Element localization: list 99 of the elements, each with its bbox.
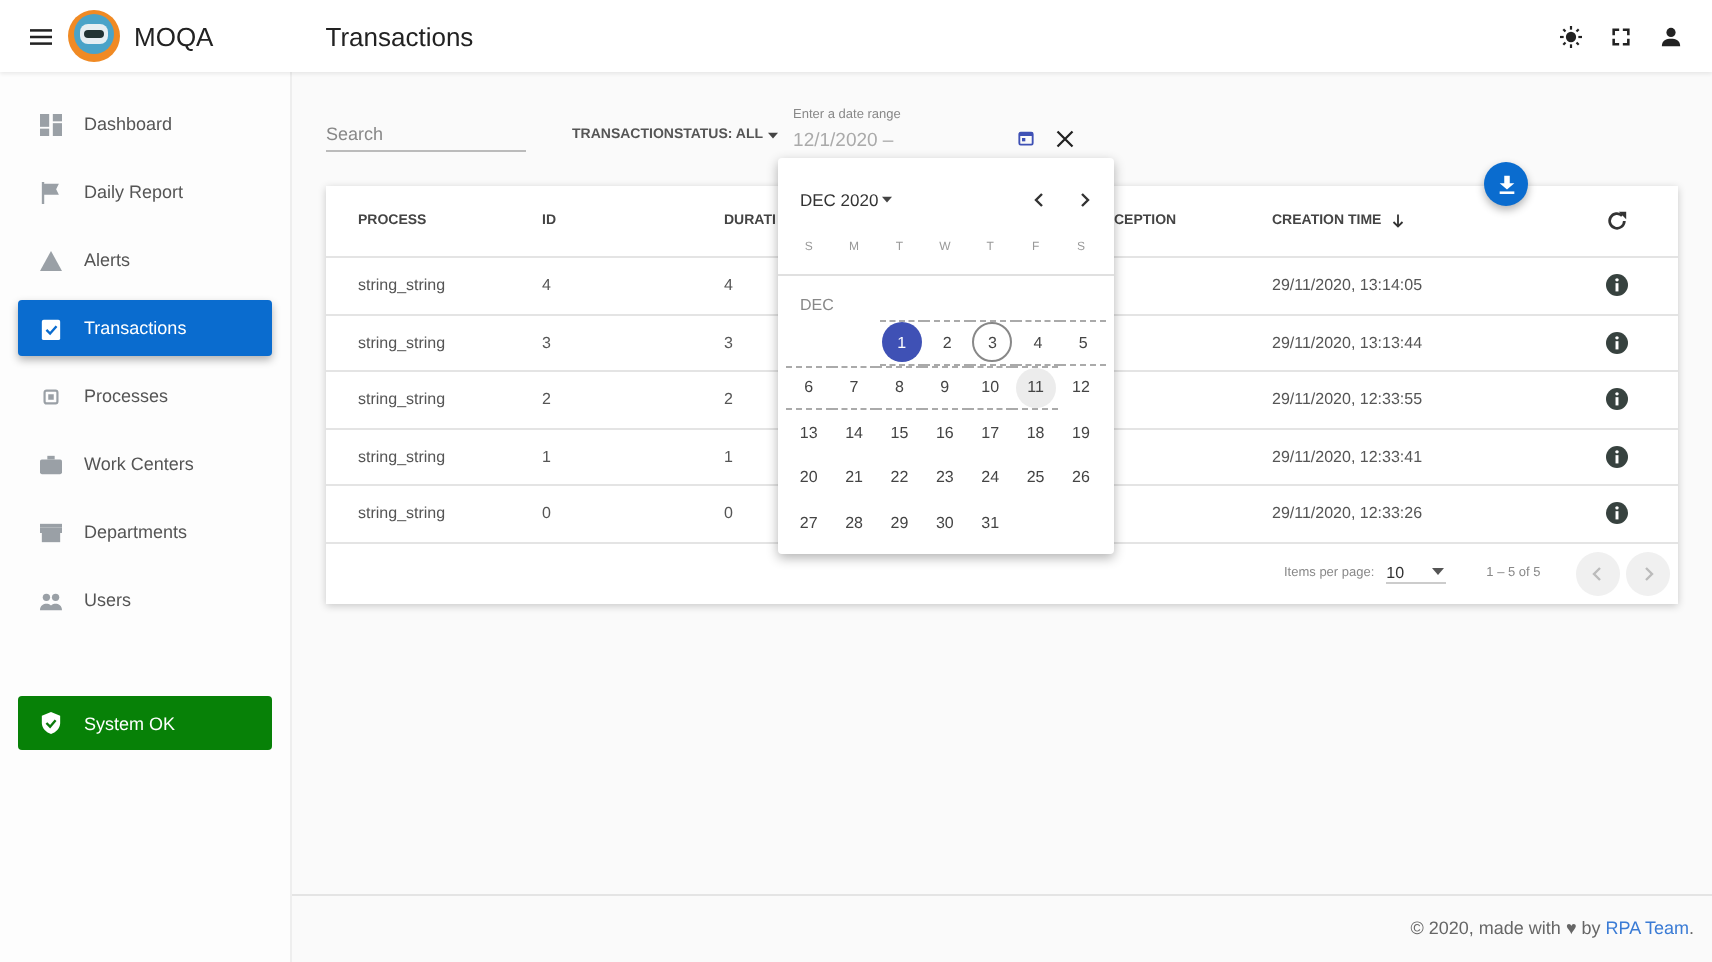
refresh-icon[interactable] [1606,210,1628,232]
next-month-icon[interactable] [1076,192,1092,208]
calendar-day[interactable]: 23 [924,457,965,498]
calendar-day[interactable]: 30 [924,502,965,543]
sidebar-item[interactable]: Processes [18,368,272,424]
month-label: DEC [798,294,836,318]
calendar-day[interactable]: 29 [879,502,920,543]
calendar-day[interactable]: 18 [1015,412,1056,453]
sidebar-item[interactable]: Work Centers [18,436,272,492]
info-icon[interactable] [1606,331,1628,354]
table-cell: 0 [724,504,733,523]
calendar-day[interactable]: 11 [1015,367,1056,408]
calendar-day[interactable]: 8 [879,367,920,408]
table-cell-text: 29/11/2020, 12:33:41 [1272,447,1425,466]
chevron-left-icon [1590,565,1607,581]
calendar-day[interactable]: 4 [1017,322,1058,363]
system-status-badge: System OK [18,696,272,750]
calendar-day[interactable]: 27 [788,502,829,543]
calendar-day[interactable]: 19 [1060,412,1101,453]
flag-icon [40,181,62,203]
calendar-day[interactable]: 15 [879,412,920,453]
table-cell-text: 4 [542,276,553,295]
calendar-day[interactable]: 2 [927,322,968,363]
calendar-day[interactable]: 16 [924,412,965,453]
sidebar-item[interactable]: Dashboard [18,96,272,152]
dashboard-icon [40,113,62,135]
table-cell: 1 [724,447,733,466]
calendar-day[interactable]: 9 [924,367,965,408]
period-button[interactable]: DEC 2020 [800,190,893,210]
table-cell: 4 [724,276,733,295]
table-cell-text: string_string [358,504,448,523]
info-icon[interactable] [1606,445,1628,468]
calendar-day[interactable]: 10 [970,367,1011,408]
info-icon[interactable] [1606,274,1628,297]
page-title: Transactions [325,21,474,51]
caret-icon [767,131,778,139]
calendar-day[interactable]: 24 [970,457,1011,498]
calendar-day[interactable]: 25 [1015,457,1056,498]
calendar-day[interactable]: 1 [881,322,922,363]
clipboard-icon [40,317,62,339]
table-cell-text: 2 [542,390,553,409]
calendar-day[interactable]: 14 [834,412,875,453]
calendar-day[interactable]: 12 [1060,367,1101,408]
calendar-day[interactable]: 26 [1060,457,1101,498]
store-icon [40,521,62,543]
table-cell-text: 0 [542,504,553,523]
calendar-day[interactable]: 17 [970,412,1011,453]
sidebar-item[interactable]: Transactions [18,300,272,356]
caret-icon [882,196,893,204]
search-field[interactable]: Search [326,124,526,152]
sidebar-item[interactable]: Alerts [18,232,272,288]
sidebar-item[interactable]: Users [18,572,272,628]
table-cell: 2 [724,390,733,409]
calendar-day[interactable]: 21 [834,457,875,498]
calendar-day[interactable]: 22 [879,457,920,498]
calendar-day[interactable]: 3 [972,322,1013,363]
briefcase-icon [40,453,62,475]
previous-month-icon[interactable] [1032,192,1048,208]
download-button[interactable] [1484,162,1528,206]
brightness-icon[interactable] [1560,25,1582,47]
calendar-day[interactable]: 5 [1063,322,1104,363]
sort-arrow-icon[interactable] [1391,213,1404,229]
table-cell-text: 29/11/2020, 13:14:05 [1272,276,1425,295]
table-cell-text: 29/11/2020, 13:13:44 [1272,333,1425,352]
people-icon [40,589,62,611]
shield-check-icon [40,712,62,734]
app-name: MOQA [134,21,214,51]
calendar-day[interactable]: 28 [834,502,875,543]
table-cell-text: string_string [358,276,448,295]
footer-text: © 2020, made with ♥ by RPA Team. [1410,918,1694,938]
table-cell-text: string_string [358,390,448,409]
calendar-day[interactable]: 31 [970,502,1011,543]
fullscreen-icon[interactable] [1610,25,1632,47]
info-icon[interactable] [1606,388,1628,411]
download-icon [1495,173,1517,195]
page-size-select[interactable]: 10 [1386,563,1447,583]
table-cell-text: 29/11/2020, 12:33:26 [1272,504,1425,523]
caret-icon [1432,568,1445,576]
calendar-day[interactable]: 13 [788,412,829,453]
calendar-day[interactable]: 20 [788,457,829,498]
table-cell-text: 1 [542,447,553,466]
info-icon[interactable] [1606,502,1628,525]
calendar-icon[interactable] [1017,130,1034,146]
calendar-day[interactable]: 6 [788,367,829,408]
table-cell-text: string_string [358,447,448,466]
table-cell-text: string_string [358,333,448,352]
sidebar-item[interactable]: Daily Report [18,164,272,220]
chevron-right-icon [1640,565,1657,581]
sidebar-item[interactable]: Departments [18,504,272,560]
close-icon[interactable] [1055,130,1074,148]
menu-icon[interactable] [30,27,52,45]
warning-icon [40,249,62,271]
calendar-day[interactable]: 7 [834,367,875,408]
table-cell-text: 3 [542,333,553,352]
table-cell-text: 29/11/2020, 12:33:55 [1272,390,1425,409]
table-cell: 3 [724,333,733,352]
chip-icon [40,385,62,407]
person-icon[interactable] [1660,25,1682,47]
team-link[interactable]: RPA Team [1605,918,1689,938]
